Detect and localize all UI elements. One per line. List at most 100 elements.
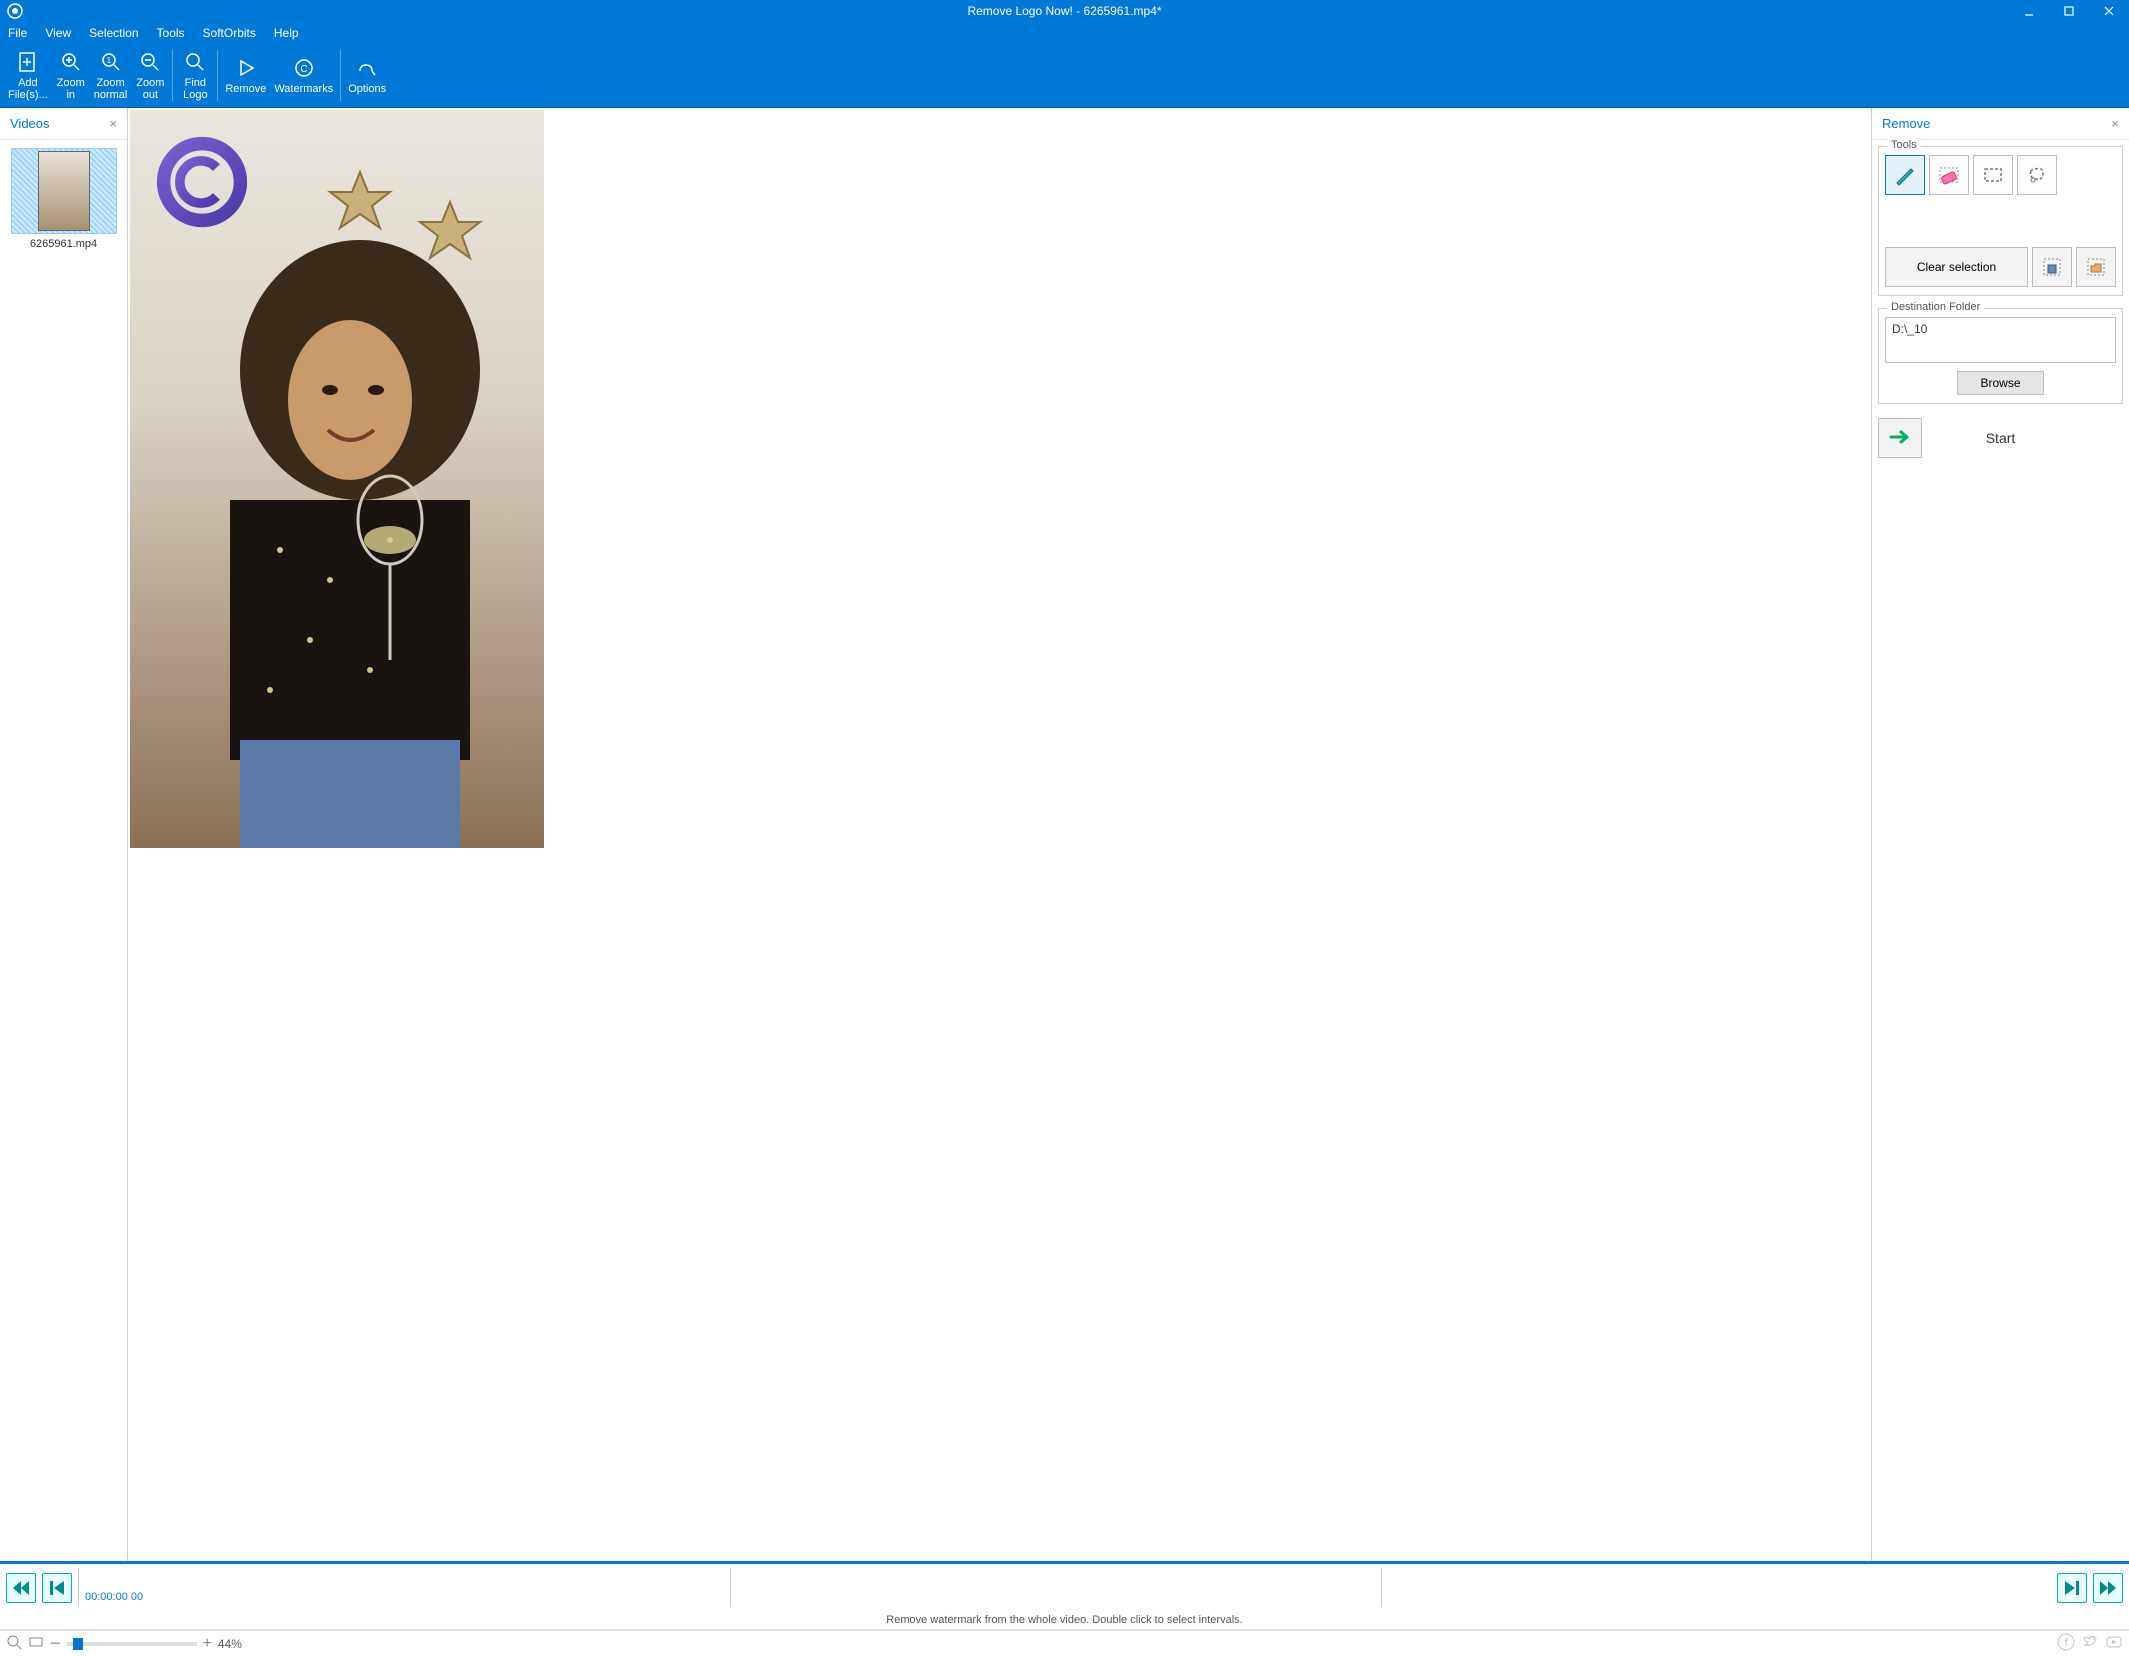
timeline-hint: Remove watermark from the whole video. D… xyxy=(0,1611,2129,1630)
menu-tools[interactable]: Tools xyxy=(157,26,185,40)
timeline-next-button[interactable] xyxy=(2057,1573,2087,1603)
toolbar-separator xyxy=(340,50,341,101)
rectangle-select-icon xyxy=(1981,163,2005,187)
marker-tool-button[interactable] xyxy=(1885,155,1925,195)
videos-panel-title: Videos xyxy=(10,116,50,131)
options-button[interactable]: Options xyxy=(344,46,390,105)
clear-row: Clear selection xyxy=(1885,247,2116,287)
find-logo-label: Find Logo xyxy=(183,77,207,101)
eraser-tool-button[interactable] xyxy=(1929,155,1969,195)
zoom-normal-label: Zoom normal xyxy=(94,77,128,101)
status-bar: − + 44% f xyxy=(0,1630,2129,1656)
timeline-ticks xyxy=(79,1568,2051,1607)
svg-text:f: f xyxy=(2064,1637,2068,1649)
toolbar: Add File(s)... Zoom in 1 Zoom normal Zoo… xyxy=(0,44,2129,108)
zoom-plus-icon[interactable]: + xyxy=(203,1635,212,1653)
timeline: 00:00:00 00 xyxy=(0,1561,2129,1611)
toolbar-separator xyxy=(172,50,173,101)
window-title: Remove Logo Now! - 6265961.mp4* xyxy=(967,4,1161,18)
video-thumbnail[interactable] xyxy=(11,148,117,234)
remove-button[interactable]: Remove xyxy=(221,46,270,105)
menu-selection[interactable]: Selection xyxy=(89,26,138,40)
timeline-track[interactable]: 00:00:00 00 xyxy=(78,1568,2051,1607)
main-area: Videos × 6265961.mp4 xyxy=(0,108,2129,1561)
start-label: Start xyxy=(1986,430,2016,446)
copyright-logo-icon xyxy=(154,134,250,230)
video-thumbnail-label: 6265961.mp4 xyxy=(8,238,119,250)
zoom-slider[interactable] xyxy=(67,1642,197,1646)
zoom-in-button[interactable]: Zoom in xyxy=(52,46,90,105)
fit-icon[interactable] xyxy=(6,1634,22,1653)
next-frame-icon xyxy=(2065,1581,2079,1595)
facebook-icon[interactable]: f xyxy=(2057,1633,2075,1654)
zoom-in-label: Zoom in xyxy=(57,77,85,101)
twitter-icon[interactable] xyxy=(2081,1633,2099,1654)
start-button[interactable]: Start xyxy=(1878,418,1922,458)
menu-view[interactable]: View xyxy=(45,26,71,40)
remove-panel-header: Remove × xyxy=(1872,108,2129,140)
marker-icon xyxy=(1893,163,1917,187)
add-files-button[interactable]: Add File(s)... xyxy=(4,46,52,105)
load-selection-icon xyxy=(2085,256,2107,278)
minimize-button[interactable] xyxy=(2009,0,2049,22)
zoom-minus-icon[interactable]: − xyxy=(50,1633,61,1654)
eraser-icon xyxy=(1937,163,1961,187)
rectangle-tool-button[interactable] xyxy=(1973,155,2013,195)
maximize-button[interactable] xyxy=(2049,0,2089,22)
tools-group-label: Tools xyxy=(1887,139,1921,151)
zoom-value: 44% xyxy=(218,1637,242,1651)
video-preview xyxy=(130,110,544,848)
load-selection-button[interactable] xyxy=(2076,247,2116,287)
tools-group: Tools Clear selection xyxy=(1878,146,2123,296)
prev-frame-icon xyxy=(50,1581,64,1595)
app-icon xyxy=(6,2,24,20)
clear-selection-button[interactable]: Clear selection xyxy=(1885,247,2028,287)
find-logo-button[interactable]: Find Logo xyxy=(176,46,214,105)
youtube-icon[interactable] xyxy=(2105,1633,2123,1654)
remove-label: Remove xyxy=(225,83,266,95)
svg-text:1: 1 xyxy=(106,56,111,65)
save-selection-button[interactable] xyxy=(2032,247,2072,287)
remove-panel: Remove × Tools xyxy=(1871,108,2129,1561)
videos-panel-close-icon[interactable]: × xyxy=(109,116,117,131)
video-list: 6265961.mp4 xyxy=(0,140,127,258)
zoom-normal-button[interactable]: 1 Zoom normal xyxy=(90,46,132,105)
zoom-slider-handle[interactable] xyxy=(73,1638,83,1650)
timeline-forward-button[interactable] xyxy=(2093,1573,2123,1603)
zoom-out-label: Zoom out xyxy=(136,77,164,101)
rewind-icon xyxy=(13,1581,29,1595)
timeline-rewind-button[interactable] xyxy=(6,1573,36,1603)
fast-forward-icon xyxy=(2100,1581,2116,1595)
videos-panel: Videos × 6265961.mp4 xyxy=(0,108,128,1561)
add-files-label: Add File(s)... xyxy=(8,77,48,101)
lasso-icon xyxy=(2025,163,2049,187)
menu-file[interactable]: File xyxy=(8,26,27,40)
lasso-tool-button[interactable] xyxy=(2017,155,2057,195)
tools-row xyxy=(1885,155,2116,195)
window-controls xyxy=(2009,0,2129,22)
remove-panel-close-icon[interactable]: × xyxy=(2111,116,2119,131)
watermarks-button[interactable]: C Watermarks xyxy=(270,46,337,105)
watermarks-label: Watermarks xyxy=(274,83,333,95)
timeline-prev-button[interactable] xyxy=(42,1573,72,1603)
zoom-out-button[interactable]: Zoom out xyxy=(131,46,169,105)
preview-area[interactable] xyxy=(128,108,1871,1561)
menu-help[interactable]: Help xyxy=(274,26,299,40)
video-thumbnail-image xyxy=(38,151,90,231)
remove-panel-title: Remove xyxy=(1882,116,1930,131)
menu-softorbits[interactable]: SoftOrbits xyxy=(203,26,256,40)
person-image xyxy=(130,220,544,848)
videos-panel-header: Videos × xyxy=(0,108,127,140)
menu-bar: File View Selection Tools SoftOrbits Hel… xyxy=(0,22,2129,44)
toolbar-separator xyxy=(217,50,218,101)
options-label: Options xyxy=(348,83,386,95)
close-button[interactable] xyxy=(2089,0,2129,22)
timeline-time: 00:00:00 00 xyxy=(85,1591,143,1603)
destination-group: Destination Folder D:\_10 Browse xyxy=(1878,308,2123,404)
save-selection-icon xyxy=(2041,256,2063,278)
actual-size-icon[interactable] xyxy=(28,1634,44,1653)
title-bar: Remove Logo Now! - 6265961.mp4* xyxy=(0,0,2129,22)
destination-label: Destination Folder xyxy=(1887,301,1984,313)
destination-path-field[interactable]: D:\_10 xyxy=(1885,317,2116,363)
browse-button[interactable]: Browse xyxy=(1957,371,2043,395)
